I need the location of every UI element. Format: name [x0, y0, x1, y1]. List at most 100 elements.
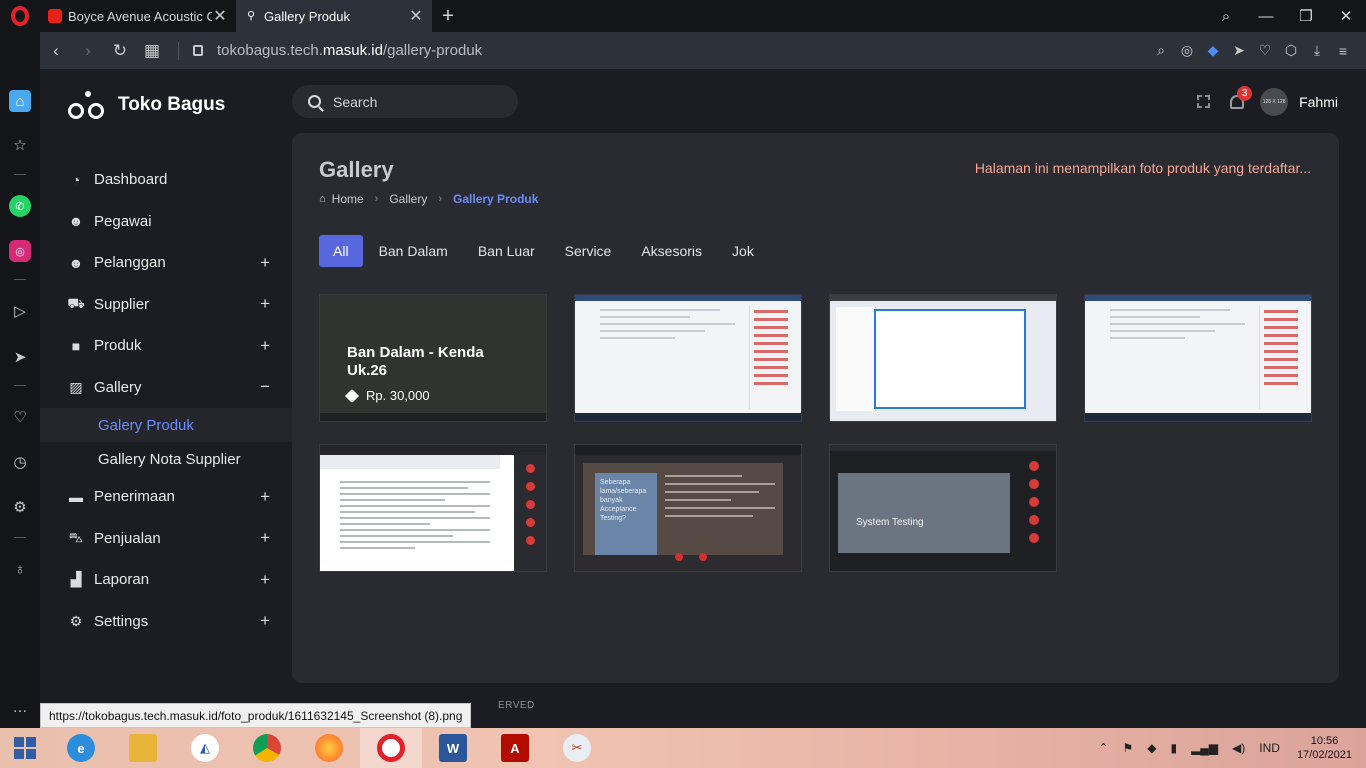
tag-icon — [344, 388, 360, 403]
sidebar-item-supplier[interactable]: ⛟ Supplier + — [40, 284, 292, 326]
history-icon[interactable]: ◷ — [9, 451, 31, 473]
folder-icon — [129, 734, 157, 762]
camera-icon[interactable]: ◎ — [1174, 42, 1200, 59]
taskbar-snipping[interactable]: ✂ — [546, 728, 608, 768]
battery-icon[interactable]: ▮ — [1170, 741, 1177, 755]
user-name[interactable]: Fahmi — [1299, 94, 1338, 110]
page-description: Halaman ini menampilkan foto produk yang… — [974, 160, 1311, 176]
sidebar-item-dashboard[interactable]: ◔ Dashboard — [40, 159, 292, 201]
expand-icon: + — [260, 252, 270, 272]
divider — [14, 385, 26, 386]
sidebar-item-settings[interactable]: ⚙ Settings + — [40, 601, 292, 643]
volume-icon[interactable]: ◀) — [1232, 741, 1245, 755]
instagram-icon[interactable]: ◎ — [9, 240, 31, 262]
taskbar-app[interactable]: ◭ — [174, 728, 236, 768]
expand-icon: + — [260, 611, 270, 631]
gallery-item[interactable] — [319, 444, 547, 572]
start-button[interactable] — [0, 728, 50, 768]
star-icon[interactable]: ☆ — [9, 134, 31, 156]
address-bar: ‹ › ↻ ▦ tokobagus.tech.masuk.id/gallery-… — [40, 32, 1366, 69]
menu-icon[interactable]: ≡ — [1330, 43, 1356, 59]
briefcase-icon: ■ — [71, 337, 81, 354]
taskbar-internet-explorer[interactable]: e — [50, 728, 112, 768]
browser-tab[interactable]: Boyce Avenue Acoustic Co ✕ — [40, 0, 236, 32]
sidebar-item-produk[interactable]: ■ Produk + — [40, 325, 292, 367]
player-icon[interactable]: ▷ — [9, 300, 31, 322]
brand[interactable]: Toko Bagus — [68, 89, 225, 121]
chevron-up-icon[interactable]: ⌃ — [1098, 741, 1108, 755]
fullscreen-icon[interactable] — [1197, 95, 1211, 108]
url-field[interactable]: tokobagus.tech.masuk.id/gallery-produk — [217, 42, 482, 59]
close-window-icon[interactable]: ✕ — [1326, 7, 1366, 25]
gallery-item[interactable] — [1084, 294, 1312, 422]
filter-ban-luar[interactable]: Ban Luar — [464, 235, 549, 267]
filter-jok[interactable]: Jok — [718, 235, 768, 267]
home-icon[interactable]: ⌂ — [9, 90, 31, 112]
notification-badge: 3 — [1237, 85, 1253, 101]
taskbar-firefox[interactable] — [298, 728, 360, 768]
gallery-item[interactable]: System Testing — [829, 444, 1057, 572]
sidebar-item-gallery[interactable]: ▨ Gallery − — [40, 367, 292, 409]
bell-icon[interactable]: 3 — [1230, 85, 1253, 109]
shield-icon[interactable]: ◆ — [1147, 741, 1156, 755]
avatar[interactable]: 128 X 128 — [1260, 87, 1289, 116]
flag-icon[interactable]: ⚑ — [1122, 741, 1133, 755]
breadcrumb-home[interactable]: Home — [332, 192, 364, 206]
divider — [14, 537, 26, 538]
browser-tab-active[interactable]: ⚲ Gallery Produk ✕ — [236, 0, 432, 32]
filter-service[interactable]: Service — [551, 235, 626, 267]
reload-icon[interactable]: ↻ — [104, 41, 136, 61]
gallery-item-hovered[interactable]: Ban Dalam - Kenda Uk.26 Rp. 30,000 — [319, 294, 547, 422]
close-tab-icon[interactable]: ✕ — [408, 6, 424, 26]
sidebar-item-pegawai[interactable]: ☻ Pegawai — [40, 201, 292, 243]
taskbar-file-explorer[interactable] — [112, 728, 174, 768]
clock[interactable]: 10:56 17/02/2021 — [1297, 734, 1352, 762]
send-icon[interactable]: ➤ — [1226, 42, 1252, 59]
search-box[interactable] — [292, 85, 518, 118]
new-tab-button[interactable]: + — [432, 5, 464, 28]
breadcrumb-gallery[interactable]: Gallery — [389, 192, 427, 206]
network-icon[interactable]: ▂▄▆ — [1191, 741, 1218, 755]
divider — [14, 279, 26, 280]
sidebar-item-penerimaan[interactable]: ▬ Penerimaan + — [40, 476, 292, 518]
close-tab-icon[interactable]: ✕ — [212, 6, 228, 26]
whatsapp-icon[interactable]: ✆ — [9, 195, 31, 217]
filter-ban-dalam[interactable]: Ban Dalam — [365, 235, 462, 267]
taskbar-opera[interactable] — [360, 728, 422, 768]
more-icon[interactable]: … — [9, 696, 31, 718]
gallery-item[interactable]: Seberapa lama/seberapa banyak Acceptance… — [574, 444, 802, 572]
gallery-item[interactable] — [574, 294, 802, 422]
restore-icon[interactable]: ❐ — [1286, 7, 1326, 25]
sidebar-item-laporan[interactable]: ▟ Laporan + — [40, 559, 292, 601]
submenu-item-galery-produk[interactable]: Galery Produk — [40, 408, 304, 442]
taskbar-word[interactable]: W — [422, 728, 484, 768]
search-input[interactable] — [333, 93, 503, 110]
tab-search-icon[interactable]: ⌕ — [1206, 8, 1246, 25]
heart-icon[interactable]: ♡ — [9, 406, 31, 428]
taskbar-acrobat[interactable]: A — [484, 728, 546, 768]
filter-aksesoris[interactable]: Aksesoris — [627, 235, 716, 267]
send-icon[interactable]: ➤ — [9, 346, 31, 368]
language-indicator[interactable]: IND — [1259, 741, 1280, 755]
download-icon[interactable]: ⤓ — [1304, 42, 1330, 59]
minimize-icon[interactable]: — — [1246, 8, 1286, 25]
submenu-item-gallery-nota-supplier[interactable]: Gallery Nota Supplier — [40, 442, 292, 476]
opera-menu-button[interactable] — [0, 0, 40, 32]
cube-icon[interactable]: ⬡ — [1278, 42, 1304, 59]
gallery-item[interactable] — [829, 294, 1057, 422]
users-icon: ☻ — [68, 254, 84, 271]
sidebar-item-penjualan[interactable]: ⛍ Penjualan + — [40, 518, 292, 560]
lock-icon[interactable] — [193, 45, 203, 56]
back-icon[interactable]: ‹ — [40, 41, 72, 61]
search-page-icon[interactable]: ⌕ — [1148, 42, 1174, 59]
filter-all[interactable]: All — [319, 235, 363, 267]
heart-icon[interactable]: ♡ — [1252, 42, 1278, 59]
lightbulb-icon[interactable]: ♁ — [9, 558, 31, 580]
forward-icon[interactable]: › — [72, 41, 104, 61]
sidebar-item-pelanggan[interactable]: ☻ Pelanggan + — [40, 242, 292, 284]
breadcrumb-current: Gallery Produk — [453, 192, 539, 206]
shield-icon[interactable]: ◆ — [1200, 42, 1226, 59]
settings-icon[interactable]: ⚙ — [9, 496, 31, 518]
taskbar-chrome[interactable] — [236, 728, 298, 768]
speed-dial-icon[interactable]: ▦ — [136, 41, 168, 61]
